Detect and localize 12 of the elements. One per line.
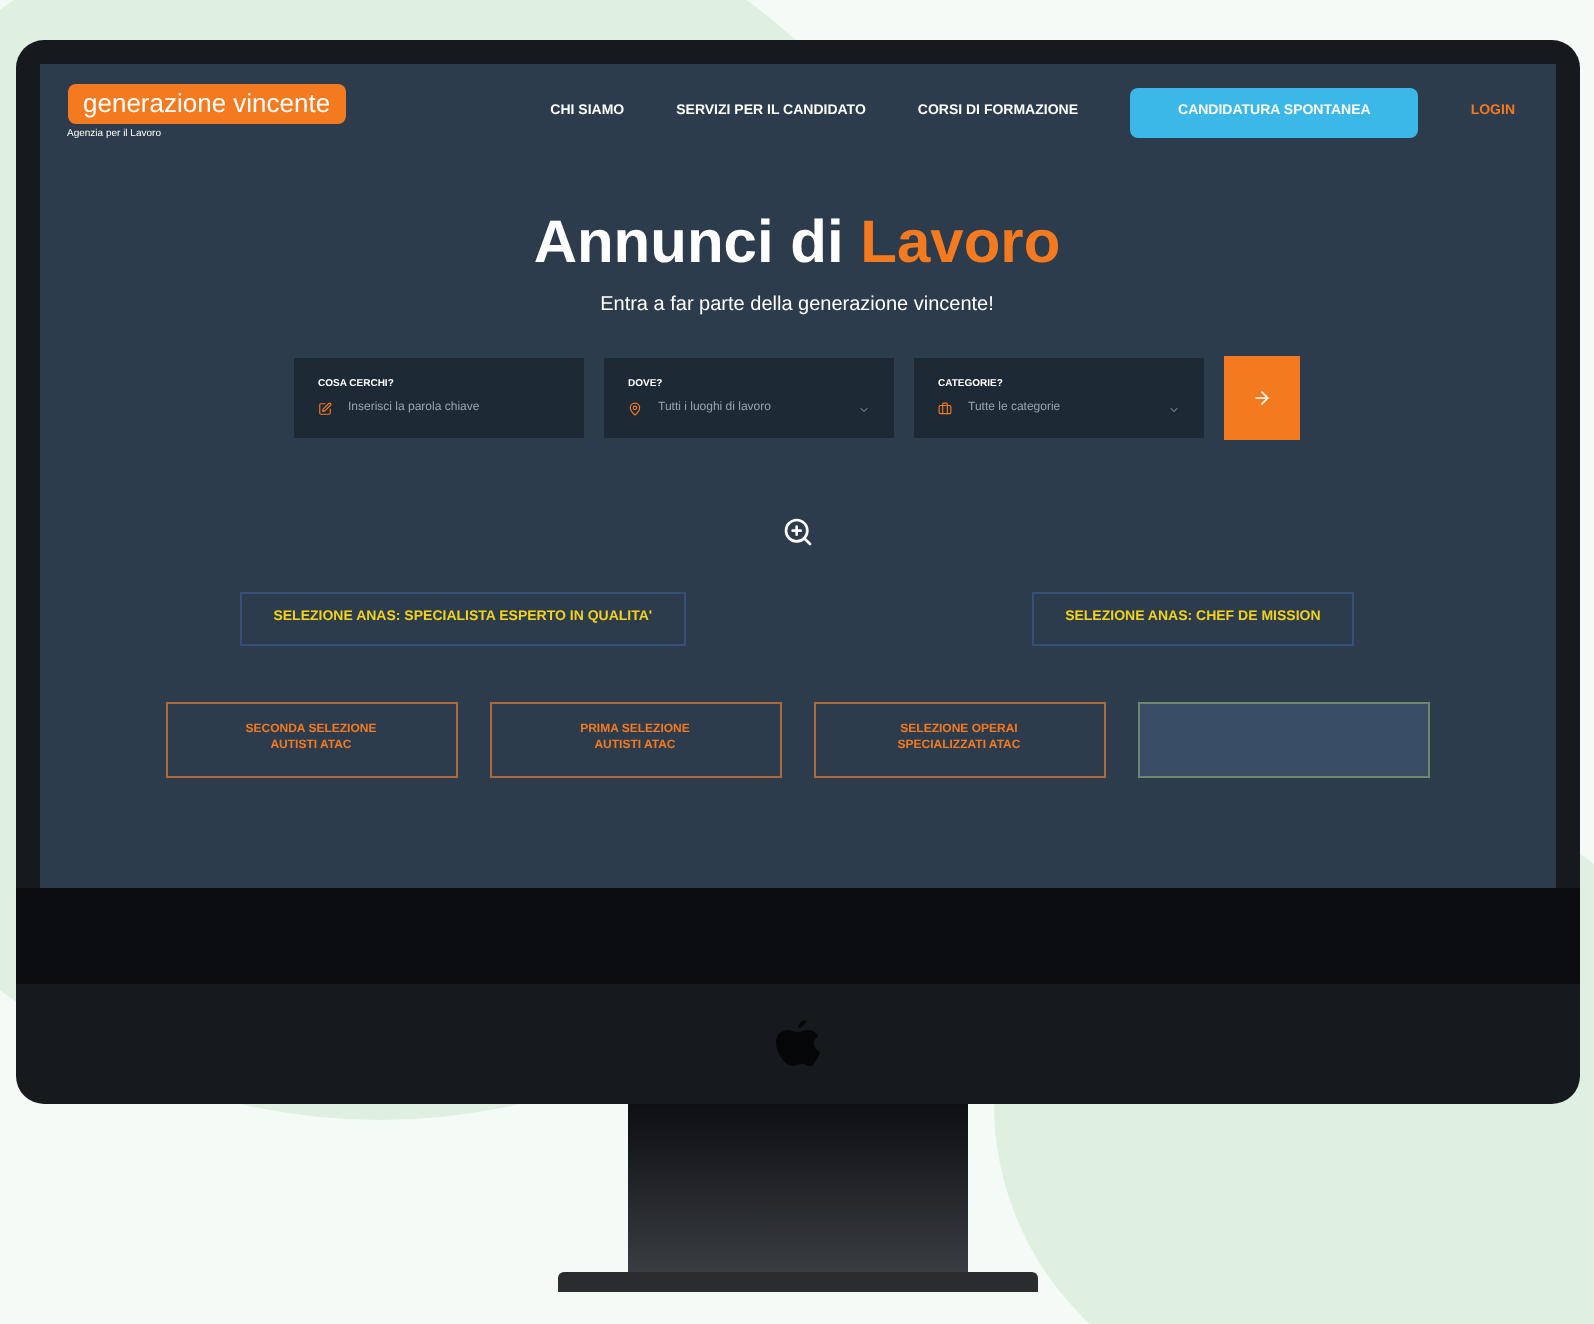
- zoom-in-icon[interactable]: [781, 516, 813, 548]
- arrow-icon: [1252, 388, 1272, 408]
- promo-card[interactable]: [1137, 701, 1429, 777]
- caret-icon: [1168, 403, 1180, 416]
- pin-icon: [628, 402, 642, 417]
- hero-title: Annunci di Lavoro: [533, 214, 1061, 274]
- briefcase-icon: [938, 402, 952, 417]
- logo: generazione vincente: [67, 84, 347, 123]
- caret-icon: [858, 403, 870, 416]
- apple-logo-icon: [775, 1018, 819, 1070]
- hero-subtitle: Entra a far parte della generazione vincente!: [600, 292, 994, 320]
- edit-icon: [318, 402, 332, 417]
